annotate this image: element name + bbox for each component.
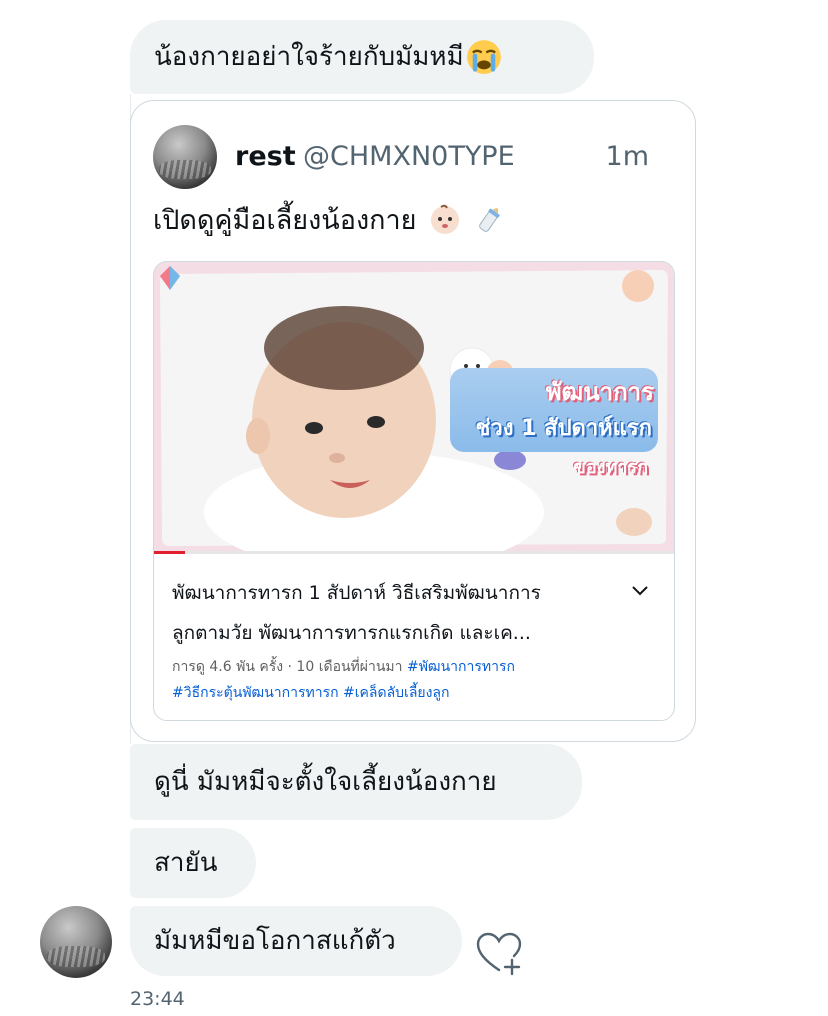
message-bubble[interactable]: ดูนี่ มัมหมีจะตั้งใจเลี้ยงน้องกาย [130, 744, 582, 820]
video-thumbnail[interactable]: พัฒนาการ ช่วง 1 สัปดาห์แรก ของทารก [154, 262, 674, 552]
quoted-tweet-text: เปิดดูคู่มือเลี้ยงน้องกาย [153, 203, 506, 239]
baby-bottle-icon [478, 208, 500, 232]
video-progress-bar [154, 551, 674, 554]
thumbnail-title-line3: ของทารก [573, 457, 648, 478]
thumbnail-title-line2: ช่วง 1 สัปดาห์แรก [475, 416, 652, 441]
message-bubble[interactable]: น้องกายอย่าใจร้ายกับมัมหมี [130, 20, 594, 94]
message-text: ดูนี่ มัมหมีจะตั้งใจเลี้ยงน้องกาย [154, 767, 497, 797]
message-text: มัมหมีขอโอกาสแก้ตัว [154, 926, 396, 956]
message-bubble[interactable]: มัมหมีขอโอกาสแก้ตัว [130, 906, 462, 976]
video-title-line1: พัฒนาการทารก 1 สัปดาห์ วิธีเสริมพัฒนาการ [172, 582, 541, 604]
crying-face-icon [466, 40, 501, 74]
video-progress-fill [154, 551, 186, 554]
chevron-down-icon[interactable] [628, 578, 652, 602]
message-text: สายัน [154, 848, 218, 878]
video-card[interactable]: พัฒนาการ ช่วง 1 สัปดาห์แรก ของทารก พัฒนา… [153, 261, 675, 721]
quoted-tweet[interactable]: rest @CHMXN0TYPE 1m เปิดดูคู่มือเลี้ยงน้… [130, 100, 696, 742]
hashtag-link[interactable]: #พัฒนาการทารก [407, 659, 515, 675]
avatar[interactable] [153, 125, 217, 189]
thumbnail-title-line1: พัฒนาการ [545, 378, 654, 406]
hashtag-links[interactable]: #วิธีกระตุ้นพัฒนาการทารก #เคล็ดลับเลี้ยง… [172, 682, 450, 704]
avatar[interactable] [40, 906, 112, 978]
baby-face-icon [431, 204, 460, 234]
heart-plus-icon[interactable] [474, 930, 524, 978]
quoted-tweet-time: 1m [605, 141, 649, 172]
video-meta-text: การดู 4.6 พัน ครั้ง · 10 เดือนที่ผ่านมา [172, 659, 403, 675]
quoted-tweet-name: rest [235, 141, 296, 172]
message-bubble[interactable]: สายัน [130, 828, 256, 898]
video-meta: การดู 4.6 พัน ครั้ง · 10 เดือนที่ผ่านมา … [172, 656, 515, 678]
quoted-tweet-body: เปิดดูคู่มือเลี้ยงน้องกาย [153, 205, 417, 236]
message-text: น้องกายอย่าใจร้ายกับมัมหมี [154, 42, 464, 72]
video-title-line2: ลูกตามวัย พัฒนาการทารกแรกเกิด และเค... [172, 622, 531, 644]
quoted-tweet-handle: @CHMXN0TYPE [303, 141, 515, 172]
message-timestamp: 23:44 [130, 988, 185, 1010]
